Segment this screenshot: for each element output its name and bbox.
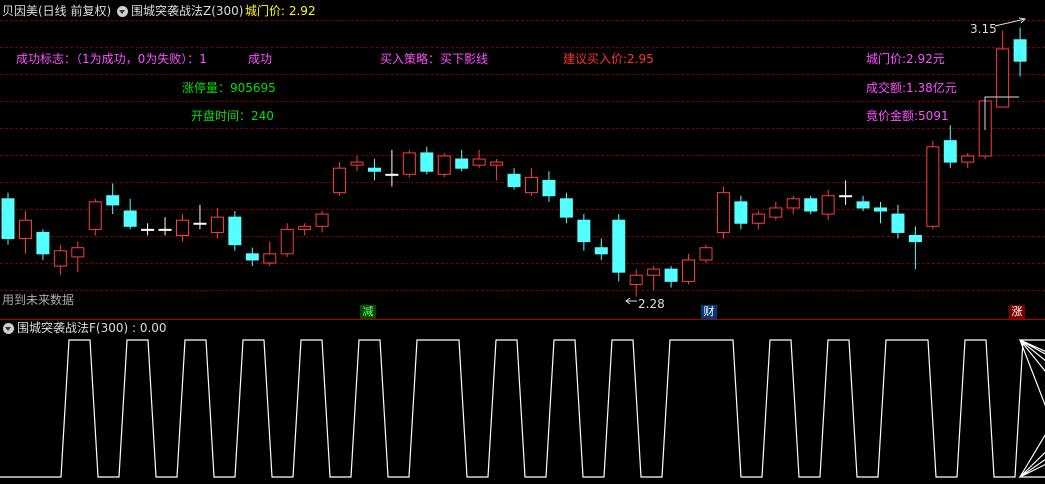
city-gate-line (984, 96, 1019, 130)
indicator-line-chart[interactable] (0, 322, 1045, 482)
indicator-series-line (0, 339, 1045, 478)
